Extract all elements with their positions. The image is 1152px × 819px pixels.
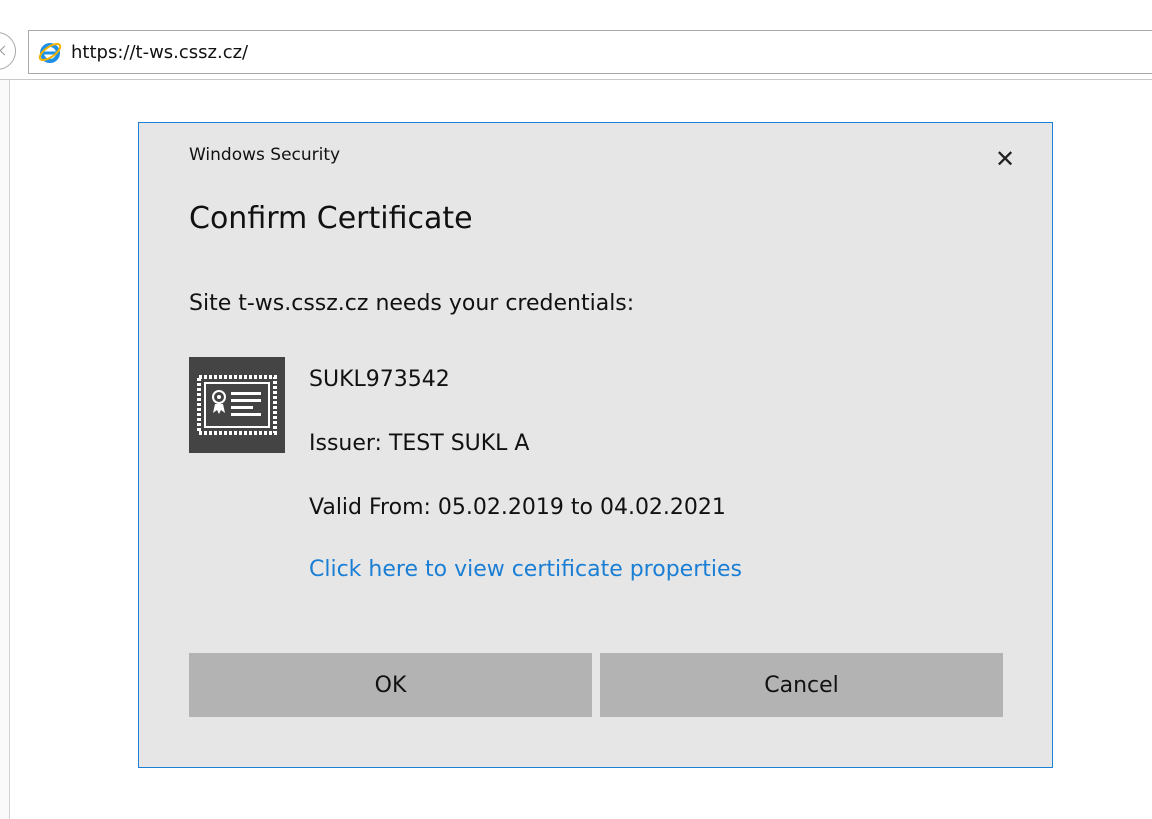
certificate-issuer: Issuer: TEST SUKL A [309,431,530,456]
cancel-button[interactable]: Cancel [600,653,1003,717]
windows-security-dialog: Windows Security ✕ Confirm Certificate S… [138,122,1053,768]
certificate-icon [189,357,285,453]
close-icon[interactable]: ✕ [987,141,1023,177]
certificate-name: SUKL973542 [309,367,450,392]
url-text: https://t-ws.cssz.cz/ [71,41,249,63]
dialog-window-title: Windows Security [189,145,341,165]
address-bar[interactable]: https://t-ws.cssz.cz/ [28,30,1152,74]
browser-toolbar: https://t-ws.cssz.cz/ [0,0,1152,80]
dialog-message: Site t-ws.cssz.cz needs your credentials… [189,291,635,316]
internet-explorer-icon [37,39,63,65]
dialog-heading: Confirm Certificate [189,201,473,236]
certificate-validity: Valid From: 05.02.2019 to 04.02.2021 [309,495,726,520]
ok-button[interactable]: OK [189,653,592,717]
certificate-properties-link[interactable]: Click here to view certificate propertie… [309,557,742,582]
page-edge [0,80,10,819]
back-button[interactable] [0,32,16,70]
